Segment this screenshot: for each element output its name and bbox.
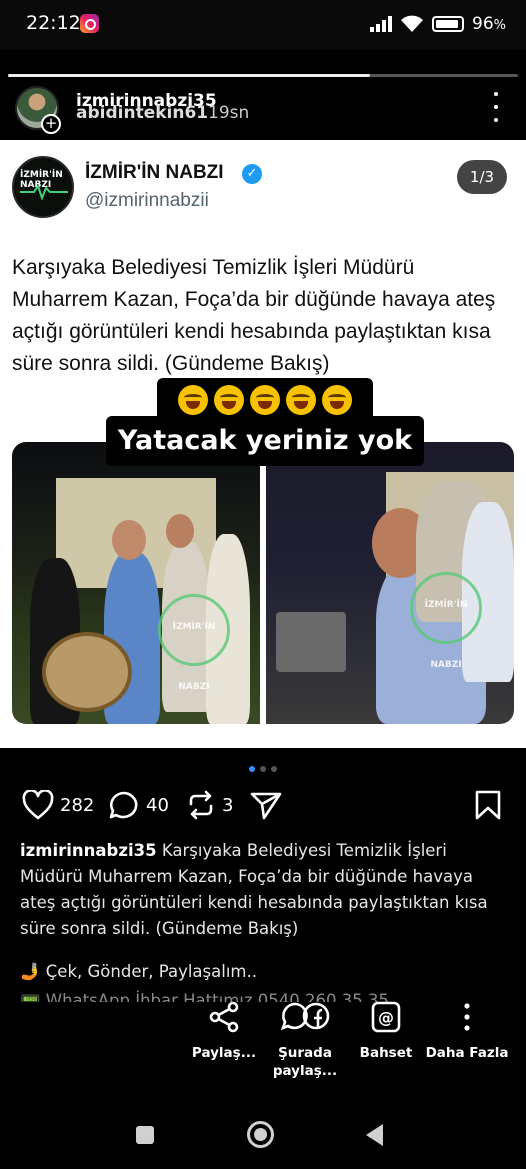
comment-count: 40 [146, 794, 169, 816]
more-label: Daha Fazla [425, 1045, 509, 1061]
caption-cta: 🤳 Çek, Gönder, Paylaşalım.. [20, 962, 257, 981]
back-icon[interactable] [366, 1124, 383, 1146]
svg-text:@: @ [378, 1008, 394, 1027]
laughing-emoji-icon [250, 385, 280, 415]
vertical-dots-icon[interactable] [486, 92, 506, 122]
tweet-text: Karşıyaka Belediyesi Temizlik İşleri Müd… [12, 256, 496, 375]
status-bar: 22:12 96% [0, 0, 526, 50]
carousel-dot[interactable] [271, 766, 277, 772]
send-icon [250, 792, 282, 820]
wifi-icon [401, 15, 423, 32]
recents-icon[interactable] [136, 1126, 154, 1144]
watermark: İZMİR'İN NABZI [158, 594, 230, 692]
home-icon[interactable] [247, 1121, 274, 1148]
heartbeat-icon [20, 184, 68, 200]
comment-icon [109, 791, 138, 819]
mention-button[interactable]: @ Bahset [341, 1000, 431, 1062]
tweet-card[interactable]: İZMİR'İN NABZI İZMİR'İN NABZI ✓ @izmirin… [0, 140, 526, 748]
tweet-photo-right[interactable]: İZMİR'İN NABZI [266, 442, 514, 724]
repost-button[interactable]: 3 [186, 790, 233, 820]
share-button[interactable]: Paylaş... [179, 1000, 269, 1062]
page-indicator: 1/3 [457, 160, 507, 194]
instagram-icon [80, 14, 99, 33]
post-actions: 282 40 3 [0, 786, 526, 826]
laughing-emoji-icon [286, 385, 316, 415]
story-header: + izmirinnabzi35 abidintekin61 19sn [0, 82, 526, 140]
status-indicators: 96% [370, 12, 506, 36]
overlay-caption: Yatacak yeriniz yok [106, 416, 424, 466]
verified-badge-icon: ✓ [242, 164, 262, 184]
mention-label: Bahset [359, 1045, 413, 1061]
story-time: 19sn [208, 103, 250, 123]
more-button[interactable]: Daha Fazla [422, 1000, 512, 1062]
share-to-label: Şurada paylaş... [272, 1045, 338, 1079]
signal-icon [370, 16, 392, 32]
system-navigation-bar [0, 1098, 526, 1169]
tweet-display-name: İZMİR'İN NABZI [85, 162, 224, 183]
tweet-photo-left[interactable]: İZMİR'İN NABZI [12, 442, 260, 724]
carousel-dots [0, 766, 526, 772]
story-progress-fill [8, 74, 371, 77]
caption-username[interactable]: izmirinnabzi35 [20, 841, 157, 860]
status-time: 22:12 [26, 12, 81, 34]
story-username-overlap[interactable]: abidintekin61 [76, 104, 208, 122]
share-sheet: Paylaş... Şurada paylaş... @ Bahset Daha… [0, 1000, 526, 1090]
watermark: İZMİR'İN NABZI [410, 572, 482, 670]
like-button[interactable]: 282 [22, 790, 94, 820]
brand-logo: İZMİR'İN NABZI [12, 156, 74, 218]
laughing-emoji-icon [322, 385, 352, 415]
whatsapp-facebook-icon [280, 1002, 330, 1031]
carousel-dot[interactable] [249, 766, 255, 772]
mention-icon: @ [371, 1001, 401, 1033]
more-icon [464, 1003, 470, 1031]
post-caption: izmirinnabzi35 Karşıyaka Belediyesi Temi… [20, 838, 510, 942]
heart-icon [22, 790, 54, 820]
comment-button[interactable]: 40 [108, 790, 169, 820]
bookmark-button[interactable] [474, 790, 502, 820]
add-icon[interactable]: + [41, 114, 61, 134]
laughing-emoji-icon [214, 385, 244, 415]
bookmark-icon [475, 790, 501, 820]
share-icon [209, 1001, 239, 1033]
send-button[interactable] [250, 790, 282, 820]
share-label: Paylaş... [191, 1045, 257, 1061]
repost-icon [189, 790, 213, 820]
laughing-emoji-icon [178, 385, 208, 415]
story-progress-bar [8, 74, 518, 77]
battery-icon [432, 16, 464, 32]
like-count: 282 [60, 794, 95, 816]
share-to-button[interactable]: Şurada paylaş... [260, 1000, 350, 1080]
repost-count: 3 [222, 794, 234, 816]
tweet-handle: @izmirinnabzii [85, 190, 209, 211]
battery-percent: 96% [472, 14, 506, 34]
carousel-dot[interactable] [260, 766, 266, 772]
